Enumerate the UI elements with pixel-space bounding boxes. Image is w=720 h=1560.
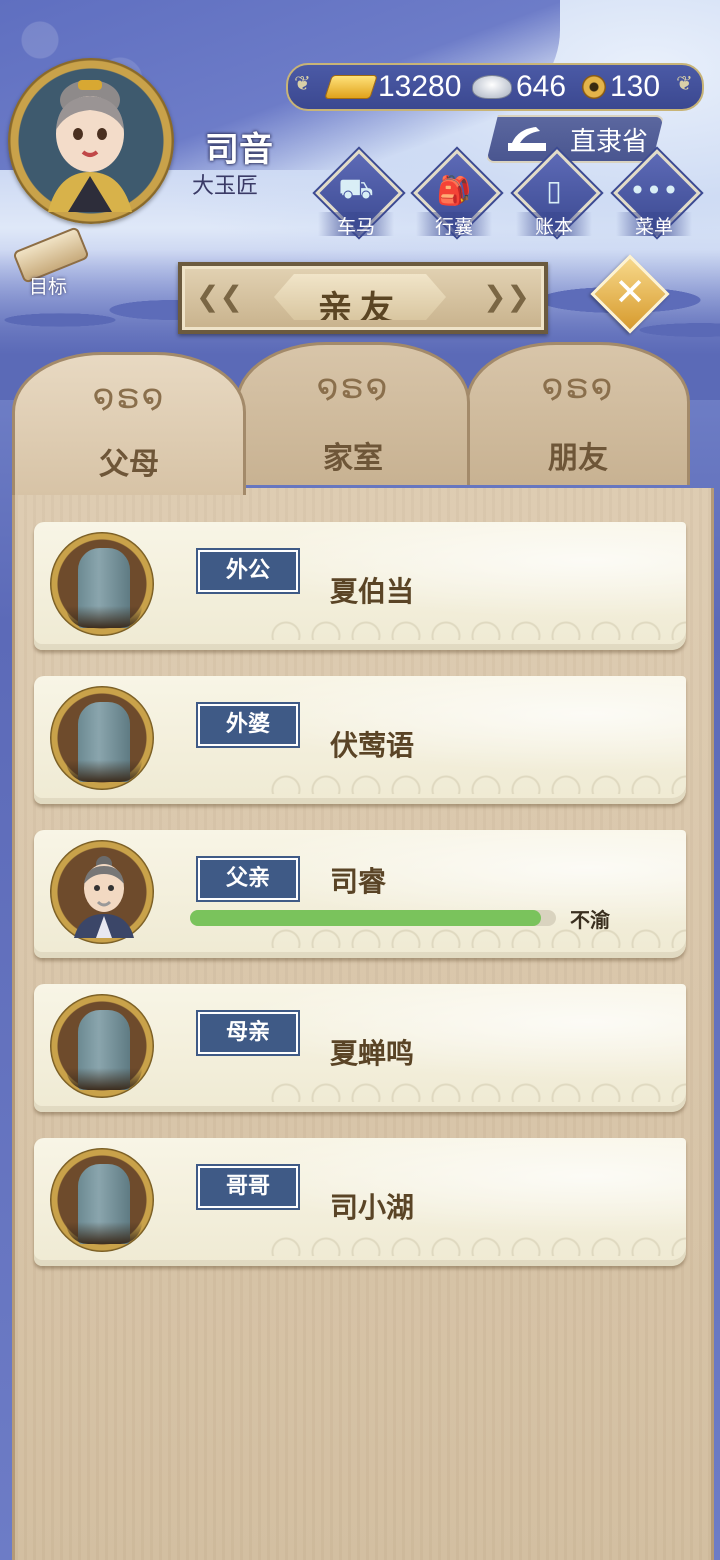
grass-decoration bbox=[66, 1222, 142, 1244]
tab-friends[interactable]: ໑ຣ໑ 朋友 bbox=[466, 342, 690, 485]
health-status: 不渝 bbox=[570, 908, 610, 932]
bamboo-left-icon: ❦ bbox=[294, 71, 311, 95]
wave-decoration bbox=[266, 596, 686, 640]
wave-decoration bbox=[266, 750, 686, 794]
bag-label: 行囊 bbox=[416, 212, 492, 238]
relation-tag: 父亲 bbox=[198, 858, 298, 900]
goal-button[interactable]: 目标 bbox=[8, 226, 90, 300]
menu-label: 菜单 bbox=[616, 212, 692, 238]
location-label: 直隶省 bbox=[570, 127, 649, 157]
relative-name: 司小湖 bbox=[330, 1191, 415, 1224]
copper-value: 130 bbox=[610, 70, 661, 103]
currency-bar: ❦ 13280 646 130 ❦ bbox=[286, 63, 704, 111]
grass-decoration bbox=[66, 606, 142, 628]
relative-card[interactable]: 外公 夏伯当 bbox=[34, 522, 686, 650]
relative-name: 司睿 bbox=[330, 865, 387, 898]
relative-name: 夏蝉鸣 bbox=[330, 1037, 415, 1070]
tab-parents[interactable]: ໑ຣ໑ 父母 bbox=[12, 352, 246, 495]
tab-friends-label: 朋友 bbox=[548, 441, 608, 476]
copper-counter: 130 bbox=[582, 69, 660, 105]
cloud-swirl-icon: ໑ຣ໑ bbox=[92, 377, 166, 417]
avatar-portrait-icon bbox=[48, 80, 132, 212]
silver-ingot-icon bbox=[472, 75, 512, 99]
map-pin-icon bbox=[506, 123, 548, 155]
copper-coin-icon bbox=[582, 75, 606, 99]
relative-name: 伏莺语 bbox=[330, 729, 415, 762]
goal-label: 目标 bbox=[28, 276, 67, 298]
plaque-inner: 亲友 bbox=[274, 274, 446, 320]
health-bar bbox=[190, 910, 556, 926]
relative-card[interactable]: 母亲 夏蝉鸣 bbox=[34, 984, 686, 1112]
player-title: 大玉匠 bbox=[192, 174, 259, 199]
wave-decoration bbox=[266, 1058, 686, 1102]
relation-tag: 外公 bbox=[198, 550, 298, 592]
relation-tag: 哥哥 bbox=[198, 1166, 298, 1208]
gold-ingot-icon bbox=[324, 75, 378, 99]
bag-icon: 🎒 bbox=[436, 173, 472, 207]
relative-card[interactable]: 外婆 伏莺语 bbox=[34, 676, 686, 804]
gold-value: 13280 bbox=[378, 70, 462, 103]
bag-button[interactable]: 🎒 行囊 bbox=[412, 149, 501, 240]
grass-decoration bbox=[66, 1068, 142, 1090]
relation-tag: 外婆 bbox=[198, 704, 298, 746]
grass-decoration bbox=[66, 760, 142, 782]
wave-decoration bbox=[266, 1212, 686, 1256]
relative-name: 夏伯当 bbox=[330, 575, 415, 608]
chevron-right-decoration: ❯❯ bbox=[483, 280, 530, 313]
bamboo-right-icon: ❦ bbox=[676, 71, 693, 95]
father-portrait-icon bbox=[74, 856, 134, 938]
tab-household-label: 家室 bbox=[323, 441, 383, 476]
tab-parents-label: 父母 bbox=[99, 447, 159, 482]
silver-counter: 646 bbox=[472, 69, 566, 105]
location-button[interactable]: 直隶省 bbox=[486, 115, 664, 163]
gold-counter: 13280 bbox=[324, 69, 462, 105]
ledger-label: 账本 bbox=[516, 212, 592, 238]
ledger-icon: ▯ bbox=[546, 173, 562, 207]
more-icon: ••• bbox=[629, 173, 679, 207]
cloud-swirl-icon: ໑ຣ໑ bbox=[541, 367, 615, 407]
silver-value: 646 bbox=[516, 70, 567, 103]
chevron-left-decoration: ❮❮ bbox=[196, 280, 243, 313]
menu-button[interactable]: ••• 菜单 bbox=[612, 149, 701, 240]
tab-household[interactable]: ໑ຣ໑ 家室 bbox=[236, 342, 470, 485]
health-bar-fill bbox=[190, 910, 542, 926]
page-title: 亲友 bbox=[318, 289, 402, 329]
carriage-label: 车马 bbox=[318, 212, 394, 238]
relative-card[interactable]: 哥哥 司小湖 bbox=[34, 1138, 686, 1266]
carriage-button[interactable]: ⛟ 车马 bbox=[314, 149, 403, 240]
relation-tag: 母亲 bbox=[198, 1012, 298, 1054]
player-name: 司音 bbox=[205, 130, 273, 170]
carriage-icon: ⛟ bbox=[338, 171, 374, 205]
cloud-swirl-icon: ໑ຣ໑ bbox=[316, 367, 390, 407]
panel-title-plaque: ❮❮ ❯❯ 亲友 bbox=[178, 262, 548, 334]
close-icon: ✕ bbox=[614, 270, 646, 314]
relative-card[interactable]: 父亲 司睿 不渝 bbox=[34, 830, 686, 958]
ledger-button[interactable]: ▯ 账本 bbox=[512, 149, 601, 240]
